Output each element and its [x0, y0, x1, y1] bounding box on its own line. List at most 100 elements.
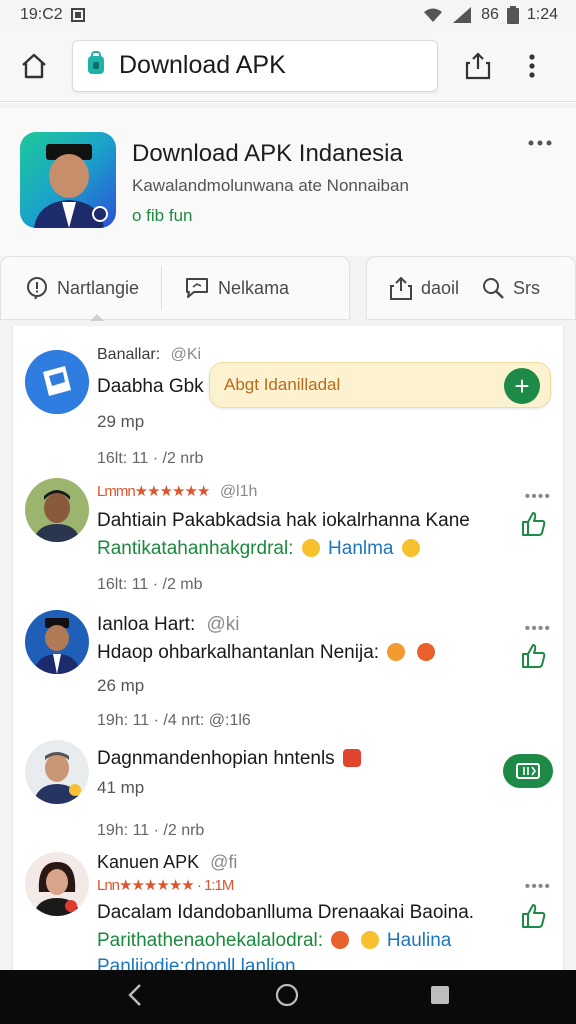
back-button[interactable] [125, 983, 145, 1012]
author-handle: @l1h [219, 483, 258, 500]
author-name: Banallar: [97, 346, 161, 363]
item-meta: Banallar: @Ki [97, 346, 201, 364]
home-button[interactable] [12, 44, 56, 88]
item-text: Dacalam Idandobanlluma Drenaakai Baoina. [97, 902, 475, 923]
app-tag: o fib fun [132, 206, 193, 225]
highlight-text: Parithathenaohekalalodral: [97, 930, 324, 951]
add-download-toast[interactable]: Abgt Idanilladal + [209, 362, 551, 408]
overflow-menu-button[interactable] [510, 44, 554, 88]
address-bar[interactable]: Download APK [72, 39, 438, 92]
item-sub: 26 mp [97, 676, 145, 695]
tab-label: daoil [421, 277, 460, 298]
item-meta: Ianloa Hart: @ki [97, 614, 240, 636]
item-time: 16lt: 11 · /2 mb [97, 576, 203, 593]
tab-label: Nartlangie [57, 277, 140, 298]
app-subtitle: Kawalandmolunwana ate Nonnaiban [132, 176, 409, 195]
list-item[interactable]: Banallar: @Ki Daabha Gbk 29 mp 16lt: 11 … [13, 326, 563, 476]
tab-label: Nelkama [218, 277, 290, 298]
address-bar-text: Download APK [119, 51, 286, 79]
item-sub: 29 mp [97, 412, 145, 431]
chat-bubble-icon [186, 278, 209, 298]
item-text-content: Dagnmandenhopian hntenls [97, 748, 335, 769]
avatar [25, 610, 89, 674]
thumbs-up-icon [522, 512, 546, 536]
rating-stars: Lnn★★★★★★ · 1:1M [97, 877, 234, 894]
list-item[interactable]: Kanuen APK @fi Lnn★★★★★★ · 1:1M •••• Dac… [13, 852, 563, 970]
item-rating: Lnn★★★★★★ · 1:1M [97, 876, 234, 895]
item-highlight: Rantikatahanhakgrdral: Hanlma [97, 538, 423, 560]
feed-list: Banallar: @Ki Daabha Gbk 29 mp 16lt: 11 … [12, 326, 564, 970]
system-nav-bar [0, 970, 576, 1024]
tab-group-primary: Nartlangie Nelkama [0, 256, 350, 320]
list-item[interactable]: Lmmn★★★★★★ @l1h •••• Dahtiain Pakabkadsi… [13, 476, 563, 606]
toast-label: Abgt Idanilladal [224, 375, 341, 394]
avatar [25, 852, 89, 916]
item-time: 16lt: 11 · /2 nrb [97, 450, 204, 467]
plus-icon[interactable]: + [504, 368, 540, 404]
author-name: Ianloa Hart: [97, 614, 196, 635]
item-text: Hdaop ohbarkalhantanlan Nenija: [97, 642, 438, 664]
author-handle: @ki [206, 614, 240, 635]
item-overflow-text: Panliiodie:dnonll lanlion [97, 956, 296, 970]
tab-label: Srs [513, 277, 541, 298]
highlight-link[interactable]: Hanlma [328, 538, 393, 559]
site-lock-icon [87, 51, 105, 80]
app-more-button[interactable] [528, 134, 552, 152]
tab-group-secondary: daoil Srs [366, 256, 576, 320]
tab-daoil[interactable]: daoil [389, 257, 459, 319]
thumbs-up-icon [522, 904, 546, 928]
battery-icon [506, 6, 519, 24]
item-meta: Kanuen APK @fi [97, 852, 237, 873]
item-highlight: Parithathenaohekalalodral: Haulina [97, 930, 451, 952]
status-time-left: 19:C2 [20, 6, 63, 23]
more-horizontal-icon[interactable]: •••• [525, 878, 551, 896]
smile-emoji-icon [401, 539, 420, 557]
info-bubble-icon [27, 277, 47, 300]
highlight-link[interactable]: Haulina [387, 930, 451, 951]
tab-nartlangie[interactable]: Nartlangie [25, 257, 139, 319]
share-icon [390, 276, 412, 300]
app-icon[interactable] [20, 132, 116, 228]
tab-search[interactable]: Srs [481, 257, 540, 319]
share-icon [465, 51, 491, 79]
smile-emoji-icon [301, 539, 320, 557]
author-handle: @fi [210, 852, 238, 872]
open-button[interactable] [503, 754, 553, 788]
status-bar: 19:C2 86 1:24 [0, 0, 576, 30]
like-button[interactable] [519, 510, 547, 538]
avatar [25, 740, 89, 804]
search-icon [483, 278, 504, 299]
item-meta: Lmmn★★★★★★ @l1h [97, 482, 257, 501]
home-nav-button[interactable] [274, 982, 300, 1013]
screenshot-icon [70, 8, 85, 22]
tab-divider [161, 266, 163, 310]
status-clock: 1:24 [526, 6, 558, 23]
rating-stars: Lmmn★★★★★★ [97, 483, 210, 500]
heart-emoji-icon [331, 931, 350, 949]
more-horizontal-icon [528, 140, 552, 146]
recents-icon [431, 985, 450, 1004]
list-item[interactable]: Ianloa Hart: @ki •••• Hdaop ohbarkalhant… [13, 606, 563, 736]
author-name: Kanuen APK [97, 852, 200, 872]
like-button[interactable] [519, 642, 547, 670]
tab-nelkama[interactable]: Nelkama [184, 257, 289, 319]
share-button[interactable] [456, 44, 500, 88]
browser-toolbar: Download APK [0, 30, 576, 102]
item-time: 19h: 11 · /4 nrt: @:1l6 [97, 712, 251, 729]
signal-icon [451, 7, 473, 23]
like-button[interactable] [519, 902, 547, 930]
thumbs-up-icon [522, 644, 546, 668]
smile-emoji-icon [360, 931, 379, 949]
tab-indicator [90, 314, 104, 321]
list-item[interactable]: Dagnmandenhopian hntenls 41 mp 19h: 11 ·… [13, 736, 563, 852]
more-horizontal-icon[interactable]: •••• [525, 488, 551, 506]
home-icon [22, 53, 46, 78]
item-title: Daabha Gbk [97, 376, 204, 397]
home-circle-icon [275, 983, 299, 1006]
open-app-icon [516, 763, 540, 779]
author-handle: @Ki [170, 346, 202, 363]
fire-emoji-icon [387, 643, 406, 661]
recents-button[interactable] [429, 984, 451, 1011]
more-horizontal-icon[interactable]: •••• [525, 620, 551, 638]
app-title: Download APK Indanesia [132, 140, 403, 167]
